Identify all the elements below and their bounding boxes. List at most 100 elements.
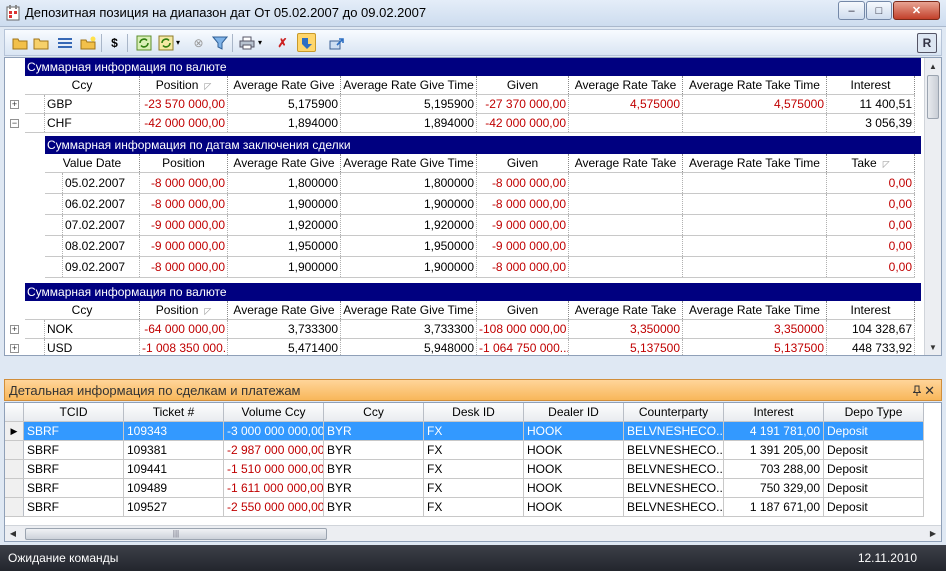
column-header[interactable]: Position xyxy=(140,154,228,172)
scroll-left-icon[interactable]: ◀ xyxy=(5,526,21,541)
dollar-icon[interactable]: $ xyxy=(105,33,124,52)
column-header[interactable]: Interest xyxy=(724,403,824,421)
table-row[interactable]: NOK -64 000 000,00 3,733300 3,733300 -10… xyxy=(25,320,915,339)
splitter[interactable] xyxy=(0,357,946,378)
row-indicator[interactable] xyxy=(5,460,24,478)
table-row[interactable]: GBP -23 570 000,00 5,175900 5,195900 -27… xyxy=(25,95,915,114)
scroll-up-icon[interactable]: ▲ xyxy=(925,58,941,74)
scroll-right-icon[interactable]: ▶ xyxy=(925,526,941,541)
table-row[interactable]: 05.02.2007 -8 000 000,00 1,800000 1,800000-… xyxy=(45,173,915,194)
filter-icon[interactable] xyxy=(210,33,229,52)
column-header[interactable]: Ticket # xyxy=(124,403,224,421)
table-row[interactable]: 06.02.2007 -8 000 000,00 1,900000 1,900000-… xyxy=(45,194,915,215)
column-header[interactable]: Position ◸ xyxy=(140,76,228,94)
column-header[interactable]: Average Rate Give Time xyxy=(341,154,477,172)
cancel-icon[interactable]: ⊗ xyxy=(189,33,208,52)
column-header[interactable]: Take ◸ xyxy=(827,154,915,172)
cell-avg-rate-take-time: 5,137500 xyxy=(683,339,827,355)
cell-avg-rate-give-time: 5,948000 xyxy=(341,339,477,355)
table-row[interactable]: 09.02.2007 -8 000 000,00 1,900000 1,900000-… xyxy=(45,257,915,278)
detail-toggle-icon[interactable] xyxy=(297,33,316,52)
column-header[interactable]: Given xyxy=(477,301,569,319)
column-header[interactable]: Interest xyxy=(827,301,915,319)
column-header[interactable]: Average Rate Give xyxy=(228,154,341,172)
currency-summary-grid[interactable]: Суммарная информация по валюте Ccy Posit… xyxy=(4,57,942,356)
folder-icon[interactable] xyxy=(31,33,50,52)
cell-avg-rate-give: 5,471400 xyxy=(228,339,341,355)
table-row[interactable]: ▶ SBRF 109343 -3 000 000 000,00 BYR FX HOOK BEL… xyxy=(5,422,924,441)
scroll-down-icon[interactable]: ▼ xyxy=(925,339,941,355)
table-row[interactable]: SBRF 109527 -2 550 000 000,00 BYR FX HOOK BELV… xyxy=(5,498,924,517)
list-icon[interactable] xyxy=(55,33,74,52)
cell-date: 06.02.2007 xyxy=(63,194,140,214)
row-indicator[interactable] xyxy=(5,498,24,516)
column-header[interactable]: TCID xyxy=(24,403,124,421)
column-header[interactable]: Ccy xyxy=(324,403,424,421)
cell-cp: BELVNESHECO.... xyxy=(624,479,724,497)
close-panel-icon[interactable]: ✕ xyxy=(924,380,935,401)
cell-avg-rate-give-time: 5,195900 xyxy=(341,95,477,113)
table-row[interactable]: 07.02.2007 -9 000 000,00 1,920000 1,920000-… xyxy=(45,215,915,236)
expand-icon[interactable]: + xyxy=(10,325,19,334)
table-row[interactable]: USD -1 008 350 000... 5,471400 5,948000 … xyxy=(25,339,915,355)
column-header[interactable]: Average Rate Give Time xyxy=(341,76,477,94)
print-icon[interactable] xyxy=(237,33,256,52)
open-folder-icon[interactable] xyxy=(10,33,29,52)
column-header[interactable]: Value Date xyxy=(45,154,140,172)
scroll-thumb[interactable]: ||| xyxy=(25,528,327,540)
cell-cp: BELVNESHECO.... xyxy=(624,441,724,459)
column-header[interactable]: Average Rate Take Time xyxy=(683,154,827,172)
table-row[interactable]: SBRF 109489 -1 611 000 000,00 BYR FX HOOK BELV… xyxy=(5,479,924,498)
row-indicator[interactable] xyxy=(5,479,24,497)
cell-avg-rate-give: 5,175900 xyxy=(228,95,341,113)
column-header[interactable]: Average Rate Give xyxy=(228,301,341,319)
dropdown-arrow-icon[interactable]: ▾ xyxy=(255,33,265,52)
expand-icon[interactable]: + xyxy=(10,100,19,109)
close-button[interactable]: ✕ xyxy=(893,1,940,20)
toolbar: $ ▾ ⊗ ▾ ✗ R xyxy=(4,29,942,56)
new-folder-icon[interactable] xyxy=(78,33,97,52)
export-icon[interactable] xyxy=(327,33,346,52)
column-header[interactable]: Average Rate Take xyxy=(569,154,683,172)
column-header[interactable]: Average Rate Take Time xyxy=(683,301,827,319)
column-header[interactable]: Average Rate Give Time xyxy=(341,301,477,319)
row-indicator[interactable] xyxy=(5,441,24,459)
column-header[interactable]: Given xyxy=(477,76,569,94)
table-row[interactable]: SBRF 109381 -2 987 000 000,00 BYR FX HOOK BELV… xyxy=(5,441,924,460)
collapse-icon[interactable]: − xyxy=(10,119,19,128)
minimize-button[interactable]: – xyxy=(838,1,865,20)
cell-avg-rate-give: 1,894000 xyxy=(228,114,341,132)
cell-ccy: GBP xyxy=(45,95,140,113)
column-header[interactable]: Average Rate Give xyxy=(228,76,341,94)
column-header[interactable]: Average Rate Take Time xyxy=(683,76,827,94)
table-row[interactable]: 08.02.2007 -9 000 000,00 1,950000 1,950000-… xyxy=(45,236,915,257)
column-header[interactable]: Dealer ID xyxy=(524,403,624,421)
column-header[interactable]: Volume Ccy xyxy=(224,403,324,421)
deals-grid[interactable]: TCID Ticket # Volume Ccy Ccy Desk ID Dea… xyxy=(4,402,942,542)
column-header[interactable]: Ccy xyxy=(25,301,140,319)
vertical-scrollbar[interactable]: ▲ ▼ xyxy=(924,58,941,355)
column-header[interactable]: Average Rate Take xyxy=(569,76,683,94)
column-header[interactable]: Interest xyxy=(827,76,915,94)
pin-icon[interactable] xyxy=(912,380,922,404)
cell-empty xyxy=(569,194,683,214)
cell-desk: FX xyxy=(424,422,524,440)
column-header[interactable]: Ccy xyxy=(25,76,140,94)
table-row[interactable]: SBRF 109441 -1 510 000 000,00 BYR FX HOOK BELV… xyxy=(5,460,924,479)
horizontal-scrollbar[interactable]: ◀ ||| ▶ xyxy=(5,525,941,541)
refresh-icon[interactable] xyxy=(134,33,153,52)
scroll-thumb[interactable] xyxy=(927,75,939,119)
clear-filter-icon[interactable]: ✗ xyxy=(273,33,292,52)
column-header[interactable]: Depo Type xyxy=(824,403,924,421)
column-header[interactable]: Given xyxy=(477,154,569,172)
dropdown-arrow-icon[interactable]: ▾ xyxy=(173,33,183,52)
expand-icon[interactable]: + xyxy=(10,344,19,353)
column-header[interactable]: Average Rate Take xyxy=(569,301,683,319)
cell-date: 07.02.2007 xyxy=(63,215,140,235)
column-header[interactable]: Counterparty xyxy=(624,403,724,421)
maximize-button[interactable]: □ xyxy=(866,1,892,20)
column-header[interactable]: Desk ID xyxy=(424,403,524,421)
table-row[interactable]: CHF -42 000 000,00 1,894000 1,894000 -42… xyxy=(25,114,915,133)
current-row-icon[interactable]: ▶ xyxy=(5,422,24,440)
column-header[interactable]: Position ◸ xyxy=(140,301,228,319)
